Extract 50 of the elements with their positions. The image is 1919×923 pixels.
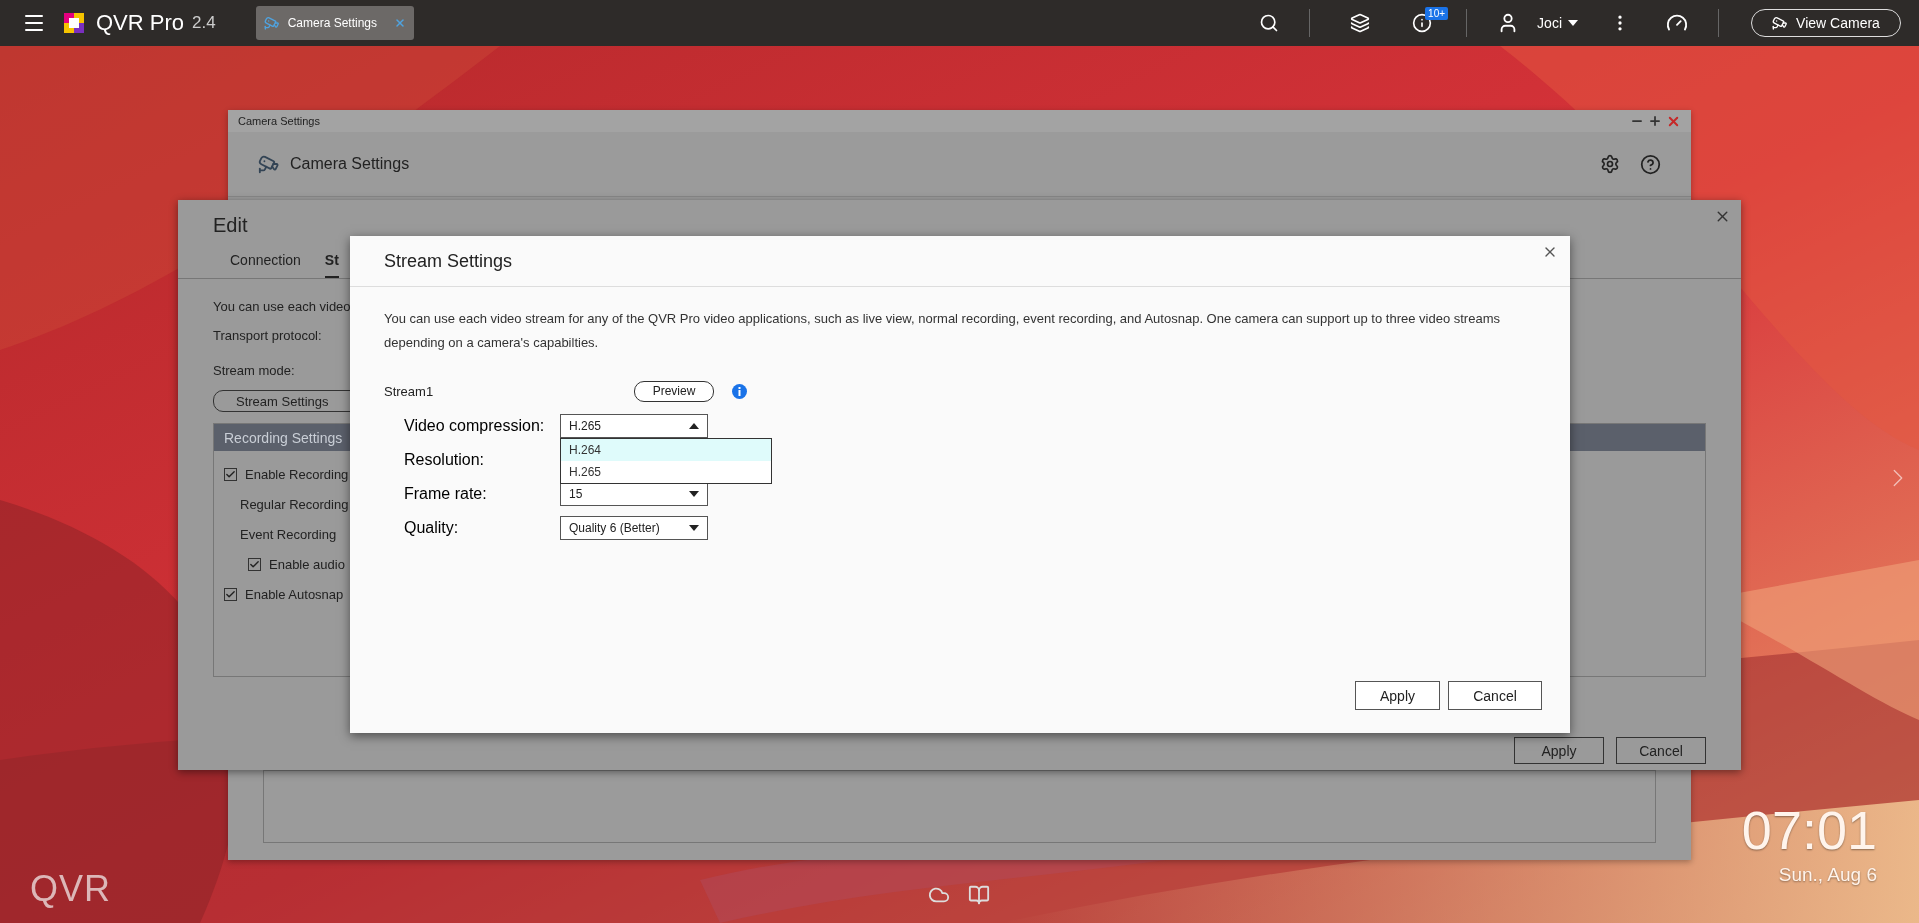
tab[interactable]: Connection	[230, 252, 301, 278]
tab[interactable]: St	[324, 252, 339, 278]
dropdown[interactable]: 15	[560, 482, 708, 506]
book-icon[interactable]	[968, 884, 990, 906]
clock-date: Sun., Aug 6	[1778, 864, 1877, 886]
dropdown-option[interactable]: H.264	[561, 439, 771, 461]
camera-icon	[263, 15, 280, 31]
app-tab[interactable]: Camera Settings	[255, 6, 414, 40]
cancel-button[interactable]: Cancel	[1616, 737, 1706, 764]
help-icon[interactable]	[1640, 153, 1661, 175]
app-logo-icon	[62, 11, 86, 35]
description-text: You can use each video stream for any of the QVR Pro video applications, such as live view, normal recording, event recording, and Autosnap. One camera can support up to three video streams depending on a camera's capabilties.	[384, 310, 1501, 352]
stream-name: Stream1	[384, 383, 435, 399]
dialog-title: Edit	[213, 214, 248, 237]
checkbox[interactable]	[248, 557, 261, 571]
setting-label: Regular Recording	[240, 496, 349, 512]
camera-icon	[258, 153, 280, 175]
field-label: Frame rate:	[404, 485, 487, 503]
layers-icon[interactable]	[1350, 13, 1371, 33]
field-label: Resolution:	[404, 451, 485, 469]
dialog-title: Stream Settings	[350, 236, 1570, 287]
intro-text: You can use each video	[213, 299, 351, 314]
desktop-logo: QVR	[30, 868, 111, 910]
checkbox-label: Enable Recording	[245, 466, 349, 482]
apply-button[interactable]: Apply	[1514, 737, 1604, 764]
camera-icon	[1772, 15, 1789, 31]
maximize-icon[interactable]	[1648, 114, 1662, 128]
checkbox[interactable]	[224, 587, 237, 601]
search-icon[interactable]	[1259, 13, 1280, 33]
checkbox-label: Enable Autosnap	[245, 586, 344, 602]
app-name: QVR Pro	[96, 10, 185, 36]
caret-icon	[1568, 20, 1578, 26]
user-menu[interactable]: Joci	[1537, 15, 1562, 31]
checkbox[interactable]	[224, 467, 237, 481]
window-title: Camera Settings	[238, 115, 321, 127]
notification-badge: 10+	[1425, 7, 1449, 20]
preview-button[interactable]: Preview	[634, 380, 714, 402]
dropdown[interactable]: H.265	[560, 414, 708, 438]
checkbox-label: Enable audio	[269, 556, 345, 572]
dropdown[interactable]: Quality 6 (Better)	[560, 516, 708, 540]
field-label: Quality:	[404, 519, 459, 537]
settings-icon[interactable]	[1600, 154, 1620, 174]
field-label: Transport protocol:	[213, 328, 322, 343]
setting-label: Event Recording	[240, 526, 337, 542]
apply-button[interactable]: Apply	[1355, 681, 1440, 710]
field-label: Stream mode:	[213, 363, 295, 378]
clock-time: 07:01	[1741, 800, 1877, 860]
window-header: Camera Settings	[290, 155, 411, 173]
cancel-button[interactable]: Cancel	[1448, 681, 1542, 710]
app-version: 2.4	[192, 13, 216, 33]
